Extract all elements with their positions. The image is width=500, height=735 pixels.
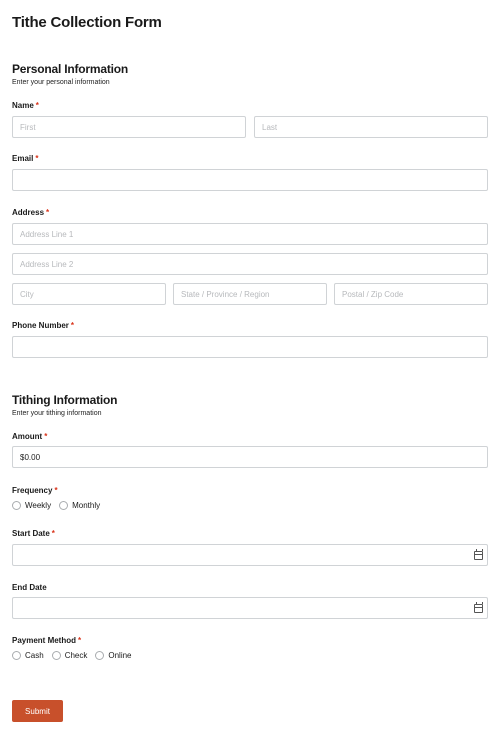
phone-label-text: Phone Number bbox=[12, 321, 69, 330]
end-date-label: End Date bbox=[12, 583, 47, 592]
radio-circle[interactable] bbox=[51, 651, 61, 660]
amount-label: Amount * bbox=[12, 432, 47, 441]
name-label-text: Name bbox=[12, 101, 34, 110]
required-marker: * bbox=[54, 486, 58, 495]
zip-input[interactable] bbox=[334, 283, 488, 305]
frequency-radio-group: Weekly Monthly bbox=[12, 501, 108, 510]
frequency-label-text: Frequency bbox=[12, 486, 53, 495]
end-date-field[interactable] bbox=[12, 597, 488, 619]
payment-option-cash[interactable]: Cash bbox=[12, 651, 44, 660]
email-label-text: Email bbox=[12, 154, 34, 163]
required-marker: * bbox=[78, 636, 82, 645]
required-marker: * bbox=[51, 529, 55, 538]
email-label: Email * bbox=[12, 154, 38, 163]
payment-method-label: Payment Method * bbox=[12, 636, 81, 645]
name-label: Name * bbox=[12, 101, 39, 110]
end-date-label-text: End Date bbox=[12, 583, 47, 592]
address-label-text: Address bbox=[12, 208, 45, 217]
start-date-label: Start Date * bbox=[12, 529, 55, 538]
radio-label: Online bbox=[108, 651, 132, 660]
section-title-tithing: Tithing Information bbox=[12, 393, 118, 407]
radio-label: Check bbox=[64, 651, 88, 660]
amount-label-text: Amount bbox=[12, 432, 43, 441]
section-subtitle-tithing: Enter your tithing information bbox=[12, 410, 102, 417]
radio-label: Monthly bbox=[72, 501, 101, 510]
frequency-label: Frequency * bbox=[12, 486, 58, 495]
payment-option-check[interactable]: Check bbox=[51, 651, 88, 660]
phone-field[interactable] bbox=[12, 336, 488, 358]
start-date-label-text: Start Date bbox=[12, 529, 50, 538]
calendar-icon[interactable] bbox=[474, 602, 483, 613]
section-subtitle-personal: Enter your personal information bbox=[12, 79, 110, 86]
first-name-input[interactable] bbox=[12, 116, 246, 138]
start-date-field[interactable] bbox=[12, 544, 488, 566]
radio-circle[interactable] bbox=[59, 501, 69, 510]
payment-method-label-text: Payment Method bbox=[12, 636, 77, 645]
phone-label: Phone Number * bbox=[12, 321, 74, 330]
calendar-icon[interactable] bbox=[474, 549, 483, 560]
radio-label: Cash bbox=[25, 651, 44, 660]
frequency-option-weekly[interactable]: Weekly bbox=[12, 501, 51, 510]
section-title-personal: Personal Information bbox=[12, 62, 129, 76]
required-marker: * bbox=[35, 101, 39, 110]
last-name-input[interactable] bbox=[254, 116, 488, 138]
amount-field[interactable] bbox=[12, 446, 488, 468]
required-marker: * bbox=[70, 321, 75, 330]
required-marker: * bbox=[44, 432, 48, 441]
required-marker: * bbox=[35, 154, 39, 163]
radio-circle[interactable] bbox=[12, 501, 21, 510]
address-label: Address * bbox=[12, 208, 49, 217]
radio-circle[interactable] bbox=[12, 651, 21, 660]
address-line2-input[interactable] bbox=[12, 253, 488, 275]
email-field[interactable] bbox=[12, 169, 488, 191]
form-title: Tithe Collection Form bbox=[12, 14, 162, 31]
radio-label: Weekly bbox=[25, 501, 52, 510]
state-input[interactable] bbox=[173, 283, 327, 305]
payment-method-radio-group: Cash Check Online bbox=[12, 651, 140, 660]
required-marker: * bbox=[46, 208, 50, 217]
frequency-option-monthly[interactable]: Monthly bbox=[59, 501, 100, 510]
radio-circle[interactable] bbox=[95, 651, 105, 660]
payment-option-online[interactable]: Online bbox=[95, 651, 132, 660]
city-input[interactable] bbox=[12, 283, 166, 305]
submit-button[interactable]: Submit bbox=[12, 700, 63, 722]
address-line1-input[interactable] bbox=[12, 223, 488, 245]
